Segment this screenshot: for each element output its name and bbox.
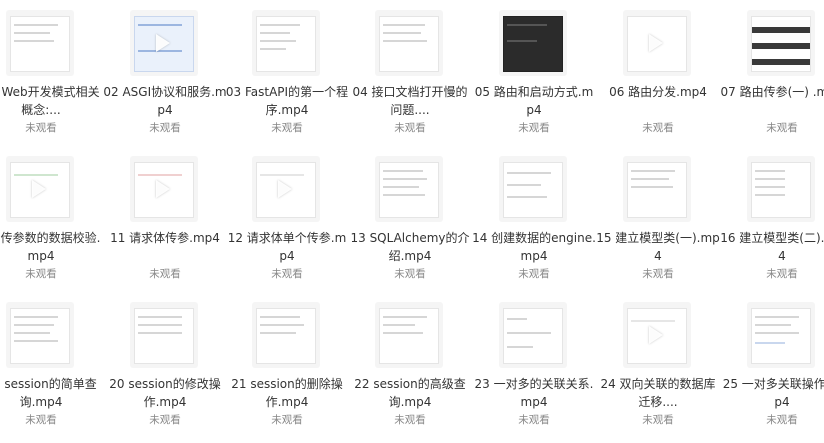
video-tile[interactable]: 01 Web开发模式相关概念:... 未观看 bbox=[0, 0, 103, 145]
play-icon bbox=[649, 326, 663, 344]
video-title[interactable]: 11 请求体传参.mp4 bbox=[103, 229, 227, 247]
video-tile[interactable]: 12 请求体单个传参.mp4 未观看 bbox=[225, 146, 349, 291]
watch-status: 未观看 bbox=[25, 414, 57, 426]
video-tile[interactable]: 13 SQLAlchemy的介绍.mp4 未观看 bbox=[348, 146, 472, 291]
watch-status: 未观看 bbox=[149, 268, 181, 280]
watch-status: 未观看 bbox=[518, 414, 550, 426]
video-thumbnail[interactable] bbox=[499, 10, 567, 76]
watch-status: 未观看 bbox=[149, 414, 181, 426]
video-title[interactable]: 03 FastAPI的第一个程序.mp4 bbox=[225, 83, 349, 119]
video-title[interactable]: 19 session的简单查询.mp4 bbox=[0, 375, 103, 411]
video-tile[interactable]: 05 路由和启动方式.mp4 未观看 bbox=[472, 0, 596, 145]
watch-status: 未观看 bbox=[766, 122, 798, 134]
video-thumbnail[interactable] bbox=[499, 156, 567, 222]
watch-status: 未观看 bbox=[518, 268, 550, 280]
watch-status: 未观看 bbox=[271, 122, 303, 134]
video-thumbnail[interactable] bbox=[6, 10, 74, 76]
video-thumbnail[interactable] bbox=[623, 302, 691, 368]
watch-status: 未观看 bbox=[271, 414, 303, 426]
play-icon bbox=[278, 180, 292, 198]
watch-status: 未观看 bbox=[149, 122, 181, 134]
video-tile[interactable]: 24 双向关联的数据库迁移.... 未观看 bbox=[596, 292, 720, 437]
video-thumbnail[interactable] bbox=[130, 156, 198, 222]
video-title[interactable]: 20 session的修改操作.mp4 bbox=[103, 375, 227, 411]
video-tile[interactable]: 19 session的简单查询.mp4 未观看 bbox=[0, 292, 103, 437]
video-title[interactable]: 05 路由和启动方式.mp4 bbox=[472, 83, 596, 119]
watch-status: 未观看 bbox=[642, 268, 674, 280]
video-tile[interactable]: 22 session的高级查询.mp4 未观看 bbox=[348, 292, 472, 437]
video-title[interactable]: 14 创建数据的engine.mp4 bbox=[472, 229, 596, 265]
watch-status: 未观看 bbox=[642, 122, 674, 134]
video-thumbnail[interactable] bbox=[499, 302, 567, 368]
watch-status: 未观看 bbox=[394, 122, 426, 134]
video-tile[interactable]: 21 session的删除操作.mp4 未观看 bbox=[225, 292, 349, 437]
watch-status: 未观看 bbox=[394, 268, 426, 280]
video-title[interactable]: 16 建立模型类(二).mp4 bbox=[720, 229, 824, 265]
watch-status: 未观看 bbox=[518, 122, 550, 134]
video-thumbnail[interactable] bbox=[375, 156, 443, 222]
watch-status: 未观看 bbox=[766, 414, 798, 426]
video-tile[interactable]: 07 路由传参(一) .mp4 未观看 bbox=[720, 0, 824, 145]
video-tile[interactable]: 10 传参数的数据校验.mp4 未观看 bbox=[0, 146, 103, 291]
video-tile[interactable]: 02 ASGI协议和服务.mp4 未观看 bbox=[103, 0, 227, 145]
video-title[interactable]: 02 ASGI协议和服务.mp4 bbox=[103, 83, 227, 119]
watch-status: 未观看 bbox=[642, 414, 674, 426]
video-title[interactable]: 25 一对多关联操作.mp4 bbox=[720, 375, 824, 411]
video-thumbnail[interactable] bbox=[6, 302, 74, 368]
video-title[interactable]: 24 双向关联的数据库迁移.... bbox=[596, 375, 720, 411]
video-thumbnail[interactable] bbox=[375, 302, 443, 368]
video-title[interactable]: 23 一对多的关联关系.mp4 bbox=[472, 375, 596, 411]
video-tile[interactable]: 23 一对多的关联关系.mp4 未观看 bbox=[472, 292, 596, 437]
watch-status: 未观看 bbox=[766, 268, 798, 280]
watch-status: 未观看 bbox=[394, 414, 426, 426]
video-thumbnail[interactable] bbox=[130, 10, 198, 76]
video-thumbnail[interactable] bbox=[130, 302, 198, 368]
video-grid: 01 Web开发模式相关概念:... 未观看 02 ASGI协议和服务.mp4 … bbox=[0, 0, 824, 443]
video-title[interactable]: 22 session的高级查询.mp4 bbox=[348, 375, 472, 411]
video-thumbnail[interactable] bbox=[252, 156, 320, 222]
play-icon bbox=[156, 180, 170, 198]
video-thumbnail[interactable] bbox=[252, 10, 320, 76]
video-title[interactable]: 06 路由分发.mp4 bbox=[596, 83, 720, 101]
video-title[interactable]: 12 请求体单个传参.mp4 bbox=[225, 229, 349, 265]
video-thumbnail[interactable] bbox=[252, 302, 320, 368]
video-title[interactable]: 21 session的删除操作.mp4 bbox=[225, 375, 349, 411]
video-tile[interactable]: 14 创建数据的engine.mp4 未观看 bbox=[472, 146, 596, 291]
video-title[interactable]: 15 建立模型类(一).mp4 bbox=[596, 229, 720, 265]
video-thumbnail[interactable] bbox=[623, 156, 691, 222]
video-tile[interactable]: 11 请求体传参.mp4 未观看 bbox=[103, 146, 227, 291]
play-icon bbox=[649, 34, 663, 52]
video-tile[interactable]: 03 FastAPI的第一个程序.mp4 未观看 bbox=[225, 0, 349, 145]
video-title[interactable]: 01 Web开发模式相关概念:... bbox=[0, 83, 103, 119]
video-tile[interactable]: 20 session的修改操作.mp4 未观看 bbox=[103, 292, 227, 437]
video-title[interactable]: 10 传参数的数据校验.mp4 bbox=[0, 229, 103, 265]
video-tile[interactable]: 16 建立模型类(二).mp4 未观看 bbox=[720, 146, 824, 291]
watch-status: 未观看 bbox=[25, 122, 57, 134]
play-icon bbox=[32, 180, 46, 198]
video-tile[interactable]: 15 建立模型类(一).mp4 未观看 bbox=[596, 146, 720, 291]
video-thumbnail[interactable] bbox=[747, 10, 815, 76]
video-title[interactable]: 07 路由传参(一) .mp4 bbox=[720, 83, 824, 101]
video-thumbnail[interactable] bbox=[375, 10, 443, 76]
video-thumbnail[interactable] bbox=[747, 156, 815, 222]
watch-status: 未观看 bbox=[25, 268, 57, 280]
play-icon bbox=[156, 34, 170, 52]
video-thumbnail[interactable] bbox=[623, 10, 691, 76]
video-thumbnail[interactable] bbox=[747, 302, 815, 368]
video-title[interactable]: 13 SQLAlchemy的介绍.mp4 bbox=[348, 229, 472, 265]
video-tile[interactable]: 25 一对多关联操作.mp4 未观看 bbox=[720, 292, 824, 437]
video-thumbnail[interactable] bbox=[6, 156, 74, 222]
video-tile[interactable]: 06 路由分发.mp4 未观看 bbox=[596, 0, 720, 145]
video-title[interactable]: 04 接口文档打开慢的问题.... bbox=[348, 83, 472, 119]
watch-status: 未观看 bbox=[271, 268, 303, 280]
video-tile[interactable]: 04 接口文档打开慢的问题.... 未观看 bbox=[348, 0, 472, 145]
